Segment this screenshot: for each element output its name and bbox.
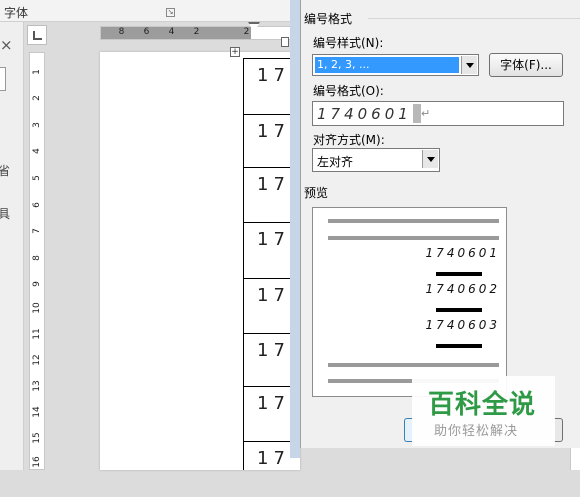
alignment-label: 对齐方式(M):: [313, 133, 385, 147]
group-title: 编号格式: [304, 12, 353, 26]
tab-selector-icon[interactable]: [27, 25, 47, 45]
ruler-tick: 8: [118, 27, 125, 37]
vertical-ruler[interactable]: 1 2 3 4 5 6 7 8 9 10 11 12 13 14 15 16: [29, 52, 45, 470]
ruler-tick: 15: [32, 432, 42, 444]
ruler-tick: 5: [32, 175, 42, 181]
preview-panel: 1740601 1740602 1740603: [312, 207, 507, 397]
ribbon-group-font-label: 字体: [4, 6, 29, 20]
ruler-tick: 10: [32, 302, 42, 314]
ruler-tick: 9: [32, 281, 42, 287]
watermark-logo: 百科全说 助你轻松解决: [412, 376, 555, 446]
table-cell: 17: [257, 65, 290, 86]
ruler-tick: 11: [32, 328, 42, 340]
table-cell: 17: [257, 121, 290, 142]
ruler-tick: 8: [32, 255, 42, 261]
ruler-tick: 2: [193, 27, 200, 37]
number-style-select[interactable]: 1, 2, 3, ...: [312, 54, 479, 76]
preview-text-bar: [436, 272, 482, 276]
alignment-select[interactable]: 左对齐: [312, 148, 440, 172]
preview-text-bar: [436, 344, 482, 348]
number-format-value: 1740601: [317, 105, 412, 123]
preview-label: 预览: [304, 186, 329, 200]
table-move-handle-icon[interactable]: +: [230, 47, 240, 57]
pane-search-box[interactable]: [0, 67, 6, 91]
table-cell: 17: [257, 393, 290, 414]
number-format-input[interactable]: 1740601 ↵: [312, 101, 564, 126]
number-format-label: 编号格式(O):: [313, 84, 384, 98]
alignment-value: 左对齐: [317, 155, 354, 169]
preview-line: [328, 363, 499, 367]
ruler-tick: 16: [32, 456, 42, 468]
table-cell: 17: [257, 285, 290, 306]
number-field-highlight: [413, 104, 421, 123]
watermark-subtitle: 助你轻松解决: [434, 424, 519, 439]
navigation-pane: × 省 具: [0, 22, 24, 470]
pane-text: 省: [0, 164, 11, 178]
first-line-indent-marker[interactable]: [248, 22, 260, 32]
ruler-tick: 4: [168, 27, 175, 37]
table-cell: 17: [257, 340, 290, 361]
dialog-launcher-icon[interactable]: ↘: [166, 8, 175, 17]
chevron-down-icon[interactable]: [422, 150, 438, 168]
horizontal-ruler[interactable]: 86422: [100, 26, 300, 40]
font-button[interactable]: 字体(F)...: [489, 53, 563, 77]
preview-number: 1740601: [425, 246, 500, 260]
ruler-tick: 2: [32, 95, 42, 101]
ruler-tick: 14: [32, 406, 42, 418]
ruler-tick: 4: [32, 148, 42, 154]
ruler-tick: 3: [32, 122, 42, 128]
number-style-value: 1, 2, 3, ...: [315, 57, 459, 73]
table-cell: 17: [257, 448, 290, 469]
ruler-tick: 7: [32, 228, 42, 234]
preview-text-bar: [436, 308, 482, 312]
chevron-down-icon[interactable]: [461, 56, 477, 74]
table-cell: 17: [257, 174, 290, 195]
ruler-tick: 6: [32, 202, 42, 208]
left-indent-marker[interactable]: [281, 37, 289, 47]
group-divider: [368, 18, 580, 19]
preview-line: [328, 236, 499, 240]
return-mark-icon: ↵: [421, 107, 431, 120]
pane-text: 具: [0, 207, 11, 221]
ruler-tick: 6: [143, 27, 150, 37]
number-style-label: 编号样式(N):: [313, 36, 384, 50]
ruler-tick: 13: [32, 380, 42, 392]
preview-number: 1740602: [425, 282, 500, 296]
watermark-title: 百科全说: [428, 390, 537, 420]
close-icon[interactable]: ×: [0, 36, 13, 54]
dialog-frame: [290, 0, 300, 458]
preview-number: 1740603: [425, 318, 500, 332]
table-cell: 17: [257, 229, 290, 250]
preview-line: [328, 219, 499, 223]
ruler-tick: 1: [32, 69, 42, 75]
ruler-tick: 12: [32, 354, 42, 366]
ruler-ticks: 86422: [105, 27, 255, 37]
